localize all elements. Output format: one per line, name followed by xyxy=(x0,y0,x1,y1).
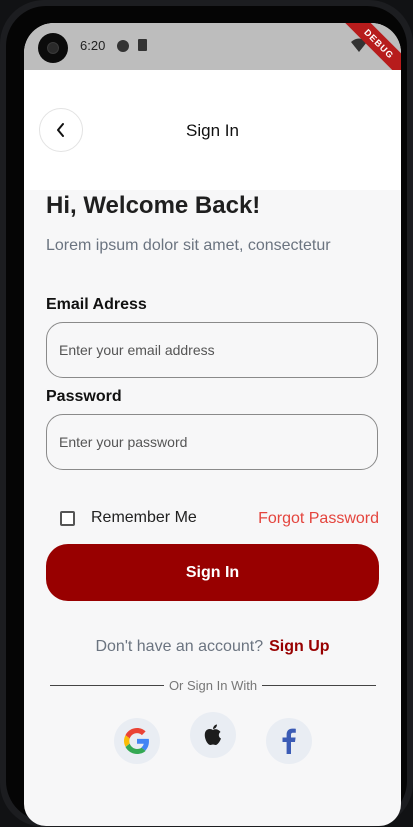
divider-line-right xyxy=(262,685,377,686)
divider-line-left xyxy=(50,685,164,686)
signup-prompt-row: Don't have an account? Sign Up xyxy=(24,638,401,656)
remember-me-row: Remember Me xyxy=(60,509,197,527)
facebook-sign-in-button[interactable] xyxy=(266,718,312,764)
forgot-password-link[interactable]: Forgot Password xyxy=(258,510,379,528)
apple-sign-in-button[interactable] xyxy=(190,712,236,758)
google-sign-in-button[interactable] xyxy=(114,718,160,764)
phone-frame: 6:20 DEBUG Sign In Hi, Welcome Back! Lor… xyxy=(0,0,413,827)
email-label: Email Adress xyxy=(46,296,147,313)
facebook-icon xyxy=(282,728,296,754)
password-label: Password xyxy=(46,388,122,405)
page-title: Sign In xyxy=(186,121,239,140)
sign-up-link[interactable]: Sign Up xyxy=(269,638,329,655)
status-notification-icon xyxy=(117,40,129,52)
screen: 6:20 DEBUG Sign In Hi, Welcome Back! Lor… xyxy=(24,23,401,826)
google-icon xyxy=(124,728,149,754)
app-header: Sign In xyxy=(24,70,401,190)
sim-card-icon xyxy=(138,39,147,51)
divider-text: Or Sign In With xyxy=(168,678,258,693)
social-divider: Or Sign In With xyxy=(50,678,377,693)
signup-prompt-text: Don't have an account? xyxy=(95,638,264,655)
sign-in-button[interactable]: Sign In xyxy=(46,544,379,601)
remember-me-checkbox[interactable] xyxy=(60,510,75,526)
password-field[interactable] xyxy=(46,414,378,470)
status-time: 6:20 xyxy=(80,38,106,53)
apple-icon xyxy=(204,724,221,745)
remember-me-label[interactable]: Remember Me xyxy=(91,509,197,527)
welcome-subtitle: Lorem ipsum dolor sit amet, consectetur xyxy=(46,237,331,254)
status-bar: 6:20 DEBUG xyxy=(24,23,401,82)
phone-bezel: 6:20 DEBUG Sign In Hi, Welcome Back! Lor… xyxy=(6,6,407,826)
welcome-heading: Hi, Welcome Back! xyxy=(46,192,261,219)
email-field[interactable] xyxy=(46,322,378,378)
camera-cutout xyxy=(38,33,68,63)
